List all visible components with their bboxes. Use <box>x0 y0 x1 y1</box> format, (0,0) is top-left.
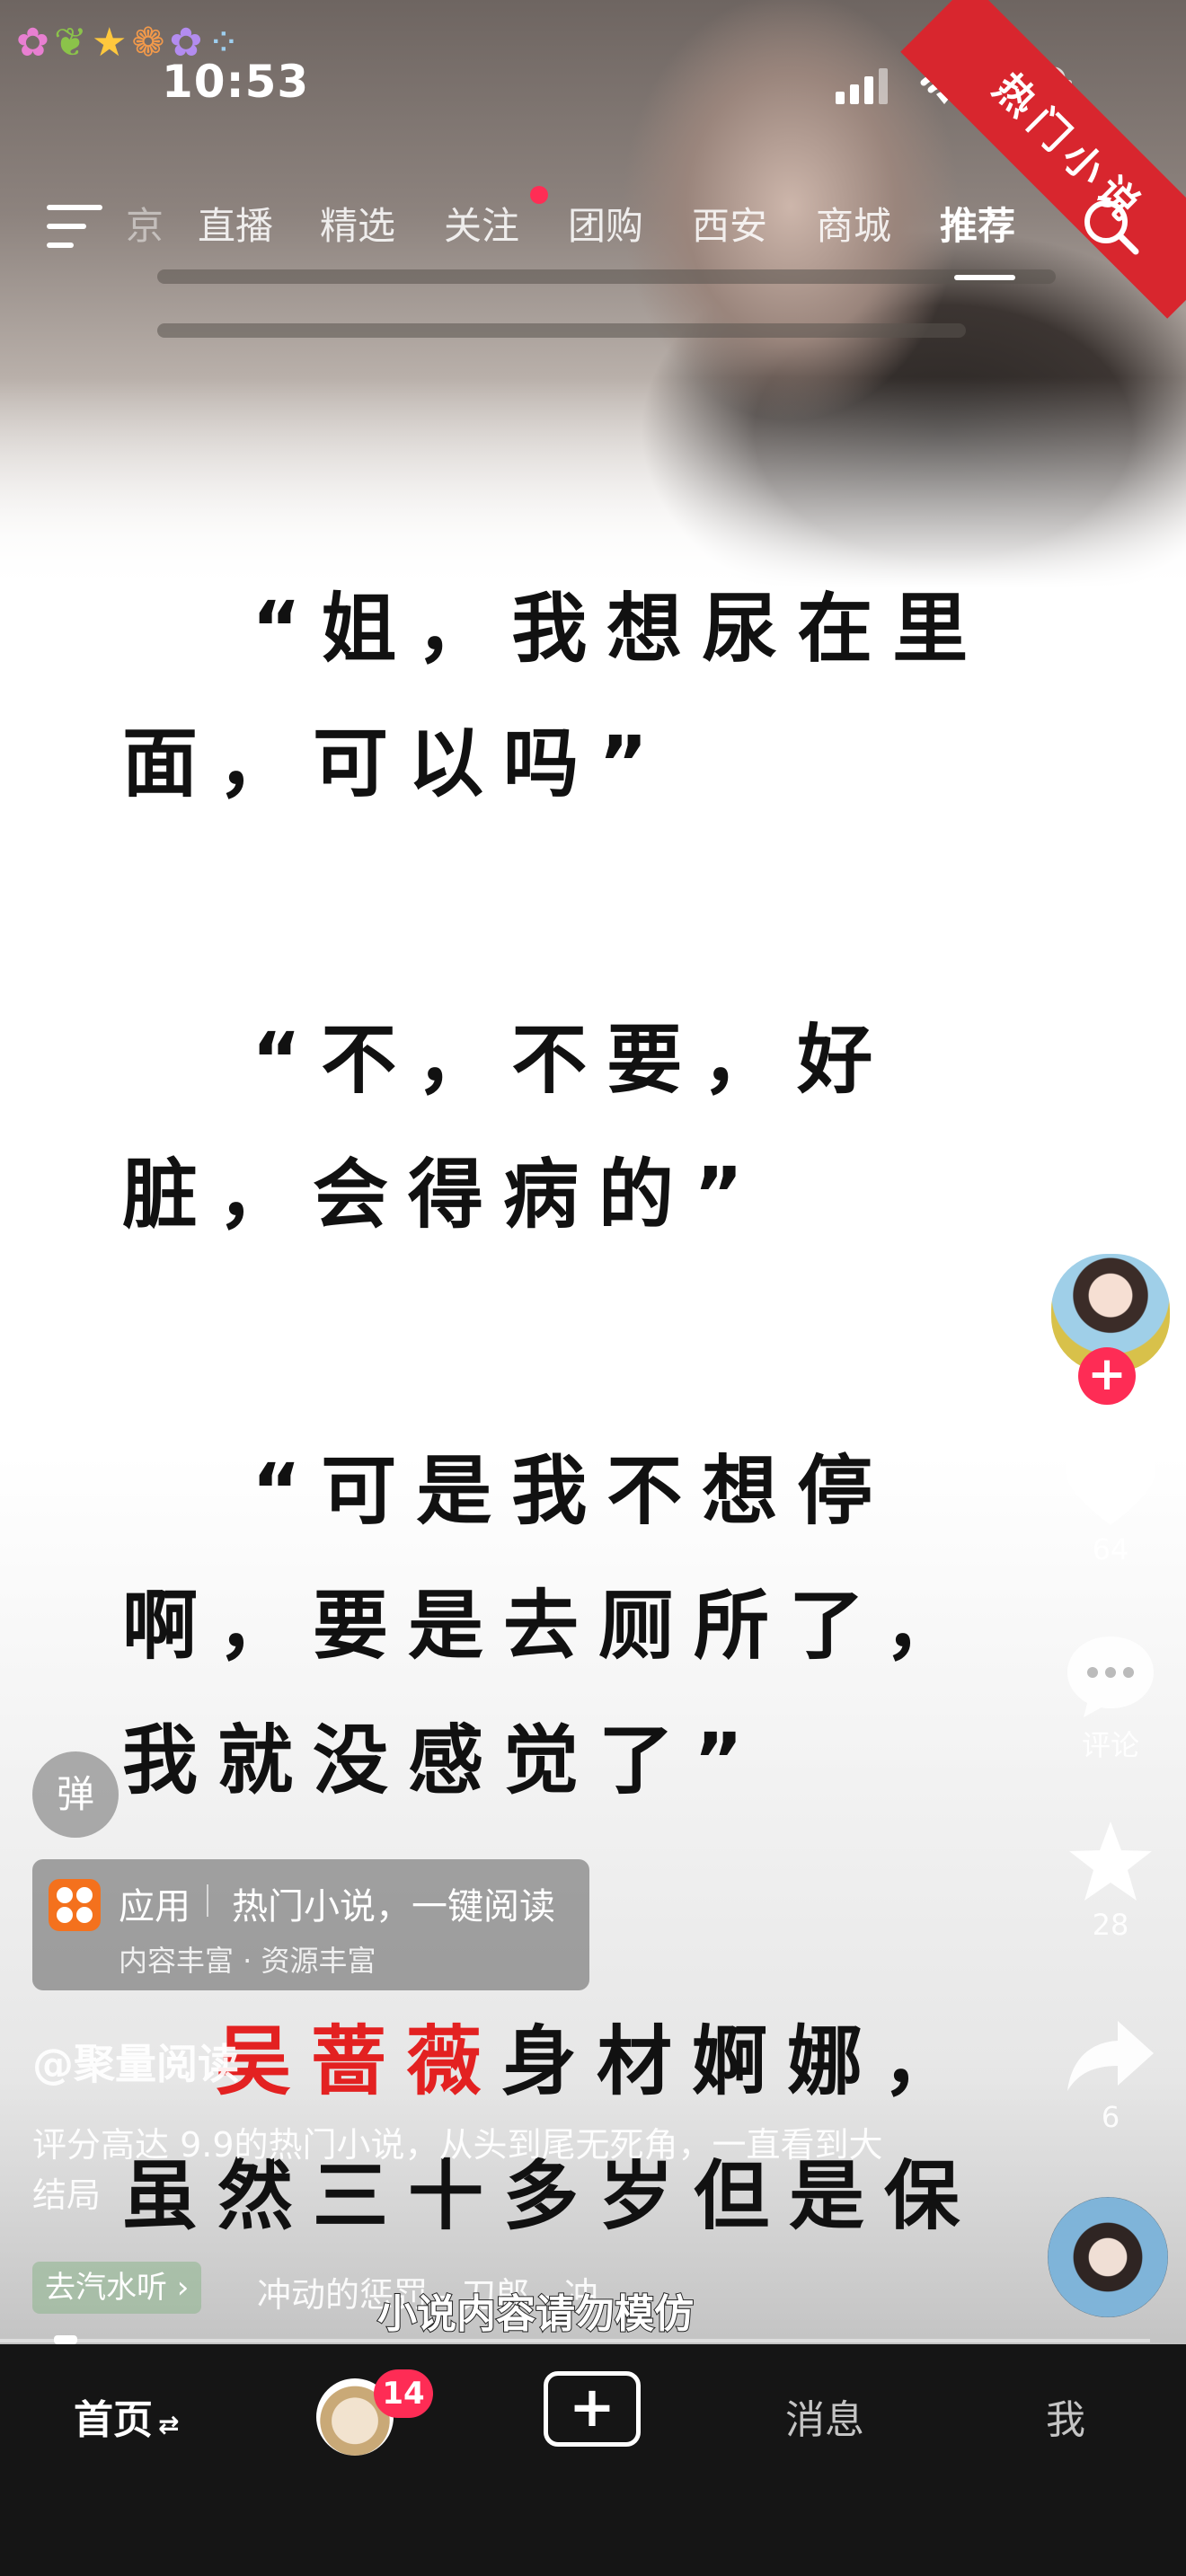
app-icon <box>49 1879 101 1931</box>
share-count: 6 <box>1101 2100 1120 2134</box>
app-tag: 应用 <box>119 1886 190 1928</box>
disclaimer-caption: 小说内容请勿模仿 <box>376 2290 695 2338</box>
author-name[interactable]: @聚量阅读 <box>32 2032 239 2091</box>
tab-mall[interactable]: 商城 <box>816 196 891 251</box>
story-line: 我就没感觉了” <box>122 1716 764 1804</box>
story-line-rest: 身材婀娜， <box>501 2017 978 2105</box>
nav-home[interactable]: 首页 ⇄ <box>74 2387 179 2445</box>
app-promo-card[interactable]: 应用 热门小说，一键阅读 内容丰富 · 资源丰富 <box>32 1859 589 1990</box>
comment-icon <box>1067 1636 1154 1717</box>
share-button[interactable]: 6 <box>1057 2016 1164 2134</box>
story-line: “不，不要，好 <box>252 1016 893 1104</box>
seat-rail <box>157 323 966 338</box>
story-line: “可是我不想停 <box>252 1447 893 1535</box>
seat-rail <box>157 269 1056 284</box>
favorite-button[interactable]: 28 <box>1057 1818 1164 1942</box>
like-count: 64 <box>1092 1532 1129 1566</box>
divider <box>207 1884 208 1917</box>
nav-home-label: 首页 <box>74 2397 153 2443</box>
music-disc-avatar[interactable] <box>1048 2197 1168 2317</box>
nav-messages[interactable]: 消息 <box>785 2387 864 2445</box>
active-tab-indicator <box>954 275 1015 280</box>
notification-badge: 14 <box>374 2369 433 2418</box>
swap-icon: ⇄ <box>158 2410 180 2439</box>
following-dot-badge <box>530 186 548 204</box>
listen-in-qishui-tag[interactable]: 去汽水听 › <box>32 2262 202 2314</box>
star-icon: ★ <box>91 20 128 66</box>
character-name: 吴蔷薇 <box>216 2017 502 2105</box>
share-icon <box>1067 2021 1154 2091</box>
like-button[interactable]: 64 <box>1057 1446 1164 1566</box>
tab-partial[interactable]: 京 <box>126 196 164 251</box>
comment-label: 评论 <box>1081 1728 1139 1762</box>
video-progress-bar[interactable] <box>0 2339 1150 2342</box>
tab-xian[interactable]: 西安 <box>692 196 767 251</box>
search-icon[interactable] <box>1082 198 1139 255</box>
danmaku-button[interactable]: 弹 <box>32 1751 119 1838</box>
app-subtitle: 内容丰富 · 资源丰富 <box>119 1944 376 1978</box>
status-time: 10:53 <box>162 56 310 108</box>
app-title: 热门小说，一键阅读 <box>232 1886 555 1928</box>
story-line: 脏，会得病的” <box>122 1151 764 1239</box>
create-button[interactable]: + <box>544 2371 641 2447</box>
story-line: 吴蔷薇身材婀娜， <box>216 1994 978 2129</box>
tab-featured[interactable]: 精选 <box>320 196 395 251</box>
video-description: 评分高达 9.9的热门小说，从头到尾无死角，一直看到大结局 <box>32 2125 883 2215</box>
mushroom-icon: ❁ <box>131 20 165 66</box>
tab-live[interactable]: 直播 <box>198 196 273 251</box>
heart-icon <box>1066 1448 1155 1525</box>
favorite-count: 28 <box>1092 1908 1129 1942</box>
tab-recommend[interactable]: 推荐 <box>940 196 1015 251</box>
story-line: 啊，要是去厕所了， <box>122 1582 980 1670</box>
bottom-nav: 首页 ⇄ 14 + 消息 我 <box>0 2344 1186 2576</box>
nav-me[interactable]: 我 <box>1046 2387 1085 2445</box>
tab-following[interactable]: 关注 <box>444 196 519 251</box>
leaf-icon: ❦ <box>53 20 87 66</box>
tab-group-buy[interactable]: 团购 <box>568 196 643 251</box>
signal-icon <box>836 68 888 104</box>
progress-knob[interactable] <box>54 2335 77 2344</box>
menu-icon[interactable] <box>47 203 102 250</box>
flower-icon: ✿ <box>16 20 49 66</box>
star-icon <box>1069 1822 1152 1901</box>
story-line: 面，可以吗” <box>122 719 668 807</box>
follow-button[interactable]: + <box>1078 1347 1136 1405</box>
story-line: “姐，我想尿在里 <box>252 585 988 673</box>
comment-button[interactable]: 评论 <box>1057 1633 1164 1764</box>
